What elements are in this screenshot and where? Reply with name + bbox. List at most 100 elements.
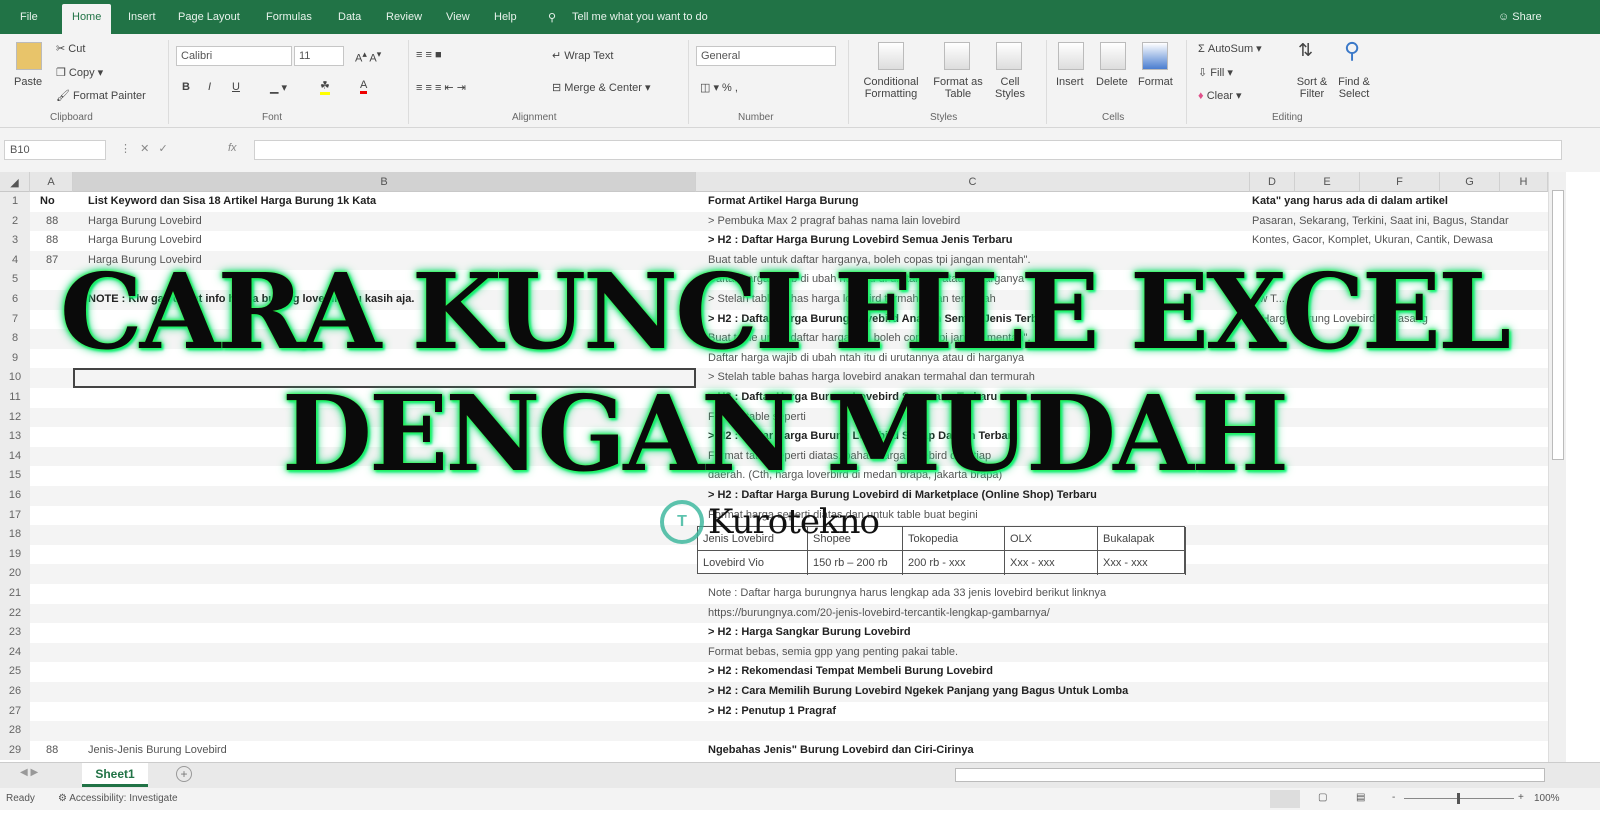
- fill-button[interactable]: ⇩ Fill ▾: [1198, 66, 1233, 79]
- font-size-select[interactable]: 11: [294, 46, 344, 66]
- borders-button[interactable]: ▁ ▾: [270, 81, 287, 94]
- column-header-F[interactable]: F: [1360, 172, 1440, 192]
- cell-C21[interactable]: Note : Daftar harga burungnya harus leng…: [708, 584, 1106, 604]
- tab-formulas[interactable]: Formulas: [266, 11, 312, 23]
- italic-button[interactable]: I: [208, 81, 211, 93]
- page-layout-view-icon[interactable]: ▢: [1318, 792, 1327, 803]
- normal-view-icon[interactable]: [1270, 790, 1300, 808]
- row-header[interactable]: 26: [0, 682, 30, 702]
- cell-C25[interactable]: > H2 : Rekomendasi Tempat Membeli Burung…: [708, 662, 993, 682]
- select-all-corner[interactable]: ◢: [0, 172, 30, 192]
- cell-C2[interactable]: > Pembuka Max 2 pragraf bahas nama lain …: [708, 212, 960, 232]
- column-header-G[interactable]: G: [1440, 172, 1500, 192]
- column-header-D[interactable]: D: [1250, 172, 1295, 192]
- cell-styles-button[interactable]: Cell Styles: [990, 76, 1030, 100]
- align-left-icon[interactable]: ≡ ≡ ≡ ⇤ ⇥: [416, 81, 466, 94]
- tab-home[interactable]: Home: [62, 4, 112, 34]
- cell-C29[interactable]: Ngebahas Jenis" Burung Lovebird dan Ciri…: [708, 741, 974, 761]
- row-header[interactable]: 17: [0, 505, 30, 526]
- copy-button[interactable]: ❐ Copy ▾: [56, 66, 103, 79]
- row-header[interactable]: 23: [0, 623, 30, 643]
- cell-C23[interactable]: > H2 : Harga Sangkar Burung Lovebird: [708, 623, 911, 643]
- row-header[interactable]: 22: [0, 603, 30, 624]
- cancel-confirm-icons[interactable]: ⋮ ✕ ✓: [120, 142, 168, 155]
- add-sheet-icon[interactable]: +: [176, 766, 192, 782]
- zoom-level[interactable]: 100%: [1534, 793, 1560, 804]
- row-header[interactable]: 19: [0, 544, 30, 565]
- cell-A29[interactable]: 88: [46, 741, 58, 761]
- wrap-text-button[interactable]: ↵ Wrap Text: [552, 49, 613, 62]
- row-header[interactable]: 27: [0, 701, 30, 722]
- font-color-icon[interactable]: A: [360, 79, 368, 94]
- cell-D3[interactable]: Kontes, Gacor, Komplet, Ukuran, Cantik, …: [1252, 231, 1493, 251]
- merge-center-button[interactable]: ⊟ Merge & Center ▾: [552, 81, 651, 94]
- formula-input[interactable]: [254, 140, 1562, 160]
- row-header[interactable]: 25: [0, 662, 30, 682]
- row-header[interactable]: 29: [0, 740, 30, 761]
- insert-function-button[interactable]: fx: [228, 142, 237, 154]
- tab-page-layout[interactable]: Page Layout: [178, 11, 240, 23]
- delete-cells-button[interactable]: Delete: [1096, 76, 1128, 88]
- zoom-out-button[interactable]: -: [1392, 792, 1395, 803]
- sort-filter-button[interactable]: Sort & Filter: [1292, 76, 1332, 100]
- name-box[interactable]: B10: [4, 140, 106, 160]
- sheet-nav-arrows[interactable]: ◀ ▶: [20, 767, 38, 778]
- conditional-formatting-button[interactable]: Conditional Formatting: [856, 76, 926, 100]
- tell-me-search[interactable]: Tell me what you want to do: [572, 11, 708, 23]
- cell-B3[interactable]: Harga Burung Lovebird: [88, 231, 202, 251]
- cell-B29[interactable]: Jenis-Jenis Burung Lovebird: [88, 741, 227, 761]
- grow-font-button[interactable]: A▴ A▾: [355, 49, 381, 65]
- column-header-A[interactable]: A: [30, 172, 73, 192]
- cut-button[interactable]: ✂ Cut: [56, 42, 85, 55]
- format-cells-button[interactable]: Format: [1138, 76, 1173, 88]
- font-name-select[interactable]: Calibri: [176, 46, 292, 66]
- row-header[interactable]: 18: [0, 525, 30, 545]
- insert-cells-button[interactable]: Insert: [1056, 76, 1084, 88]
- row-header[interactable]: 20: [0, 564, 30, 584]
- format-painter-button[interactable]: 🖌 Format Painter: [56, 89, 146, 102]
- cell-A3[interactable]: 88: [46, 231, 58, 251]
- paste-button[interactable]: Paste: [14, 76, 42, 88]
- align-top-icon[interactable]: ≡ ≡ ■: [416, 49, 442, 61]
- zoom-in-button[interactable]: +: [1518, 792, 1524, 803]
- cell-C3[interactable]: > H2 : Daftar Harga Burung Lovebird Semu…: [708, 231, 1013, 251]
- underline-button[interactable]: U: [232, 81, 240, 93]
- row-header[interactable]: 28: [0, 721, 30, 741]
- sheet-tab-sheet1[interactable]: Sheet1: [82, 763, 148, 787]
- tab-data[interactable]: Data: [338, 11, 361, 23]
- cell-C1[interactable]: Format Artikel Harga Burung: [708, 192, 859, 212]
- column-header-H[interactable]: H: [1500, 172, 1548, 192]
- tab-help[interactable]: Help: [494, 11, 517, 23]
- cell-D2[interactable]: Pasaran, Sekarang, Terkini, Saat ini, Ba…: [1252, 212, 1509, 232]
- row-header[interactable]: 24: [0, 642, 30, 663]
- cell-A1[interactable]: No: [40, 192, 55, 212]
- cell-C27[interactable]: > H2 : Penutup 1 Pragraf: [708, 702, 836, 722]
- row-header[interactable]: 1: [0, 192, 30, 212]
- accessibility-status[interactable]: ⚙ Accessibility: Investigate: [58, 793, 178, 804]
- cell-C24[interactable]: Format bebas, semia gpp yang penting pak…: [708, 643, 958, 663]
- share-button[interactable]: ☺ Share: [1498, 11, 1542, 23]
- cell-C22[interactable]: https://burungnya.com/20-jenis-lovebird-…: [708, 604, 1050, 624]
- column-header-B[interactable]: B: [73, 172, 696, 192]
- cell-C26[interactable]: > H2 : Cara Memilih Burung Lovebird Ngek…: [708, 682, 1128, 702]
- cell-B1[interactable]: List Keyword dan Sisa 18 Artikel Harga B…: [88, 192, 376, 212]
- zoom-slider-thumb[interactable]: [1457, 793, 1460, 804]
- column-header-C[interactable]: C: [696, 172, 1250, 192]
- accounting-format-icon[interactable]: ◫ ▾ % ,: [700, 81, 738, 94]
- cell-A2[interactable]: 88: [46, 212, 58, 232]
- row-header[interactable]: 2: [0, 211, 30, 232]
- find-select-button[interactable]: Find & Select: [1334, 76, 1374, 100]
- tab-insert[interactable]: Insert: [128, 11, 156, 23]
- bold-button[interactable]: B: [182, 81, 190, 93]
- autosum-button[interactable]: Σ AutoSum ▾: [1198, 42, 1262, 55]
- cell-D1[interactable]: Kata" yang harus ada di dalam artikel: [1252, 192, 1448, 212]
- tab-view[interactable]: View: [446, 11, 470, 23]
- format-as-table-button[interactable]: Format as Table: [930, 76, 986, 100]
- tab-file[interactable]: File: [20, 11, 38, 23]
- tab-review[interactable]: Review: [386, 11, 422, 23]
- column-header-E[interactable]: E: [1295, 172, 1360, 192]
- cell-B2[interactable]: Harga Burung Lovebird: [88, 212, 202, 232]
- fill-color-icon[interactable]: ☘: [320, 79, 330, 95]
- number-format-select[interactable]: General: [696, 46, 836, 66]
- clear-button[interactable]: ♦ Clear ▾: [1198, 89, 1242, 102]
